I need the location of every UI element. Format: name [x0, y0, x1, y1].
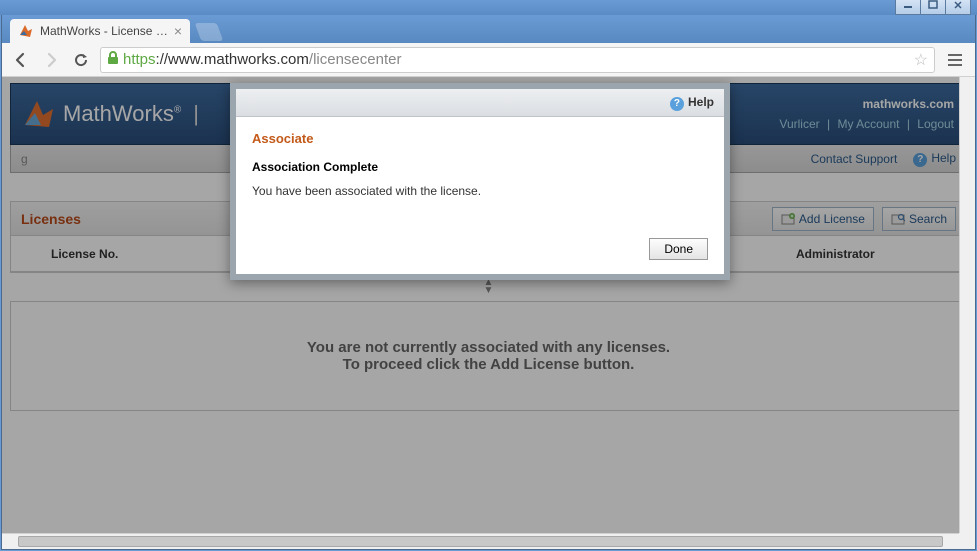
scroll-corner	[959, 533, 975, 549]
browser-tab[interactable]: MathWorks - License Cent ×	[10, 19, 190, 43]
done-button[interactable]: Done	[649, 238, 708, 260]
url-protocol: https	[123, 51, 156, 68]
window-close-button[interactable]	[945, 0, 971, 15]
vertical-scrollbar[interactable]	[959, 77, 975, 533]
back-button[interactable]	[10, 49, 32, 71]
tab-strip: MathWorks - License Cent ×	[2, 15, 975, 43]
address-bar[interactable]: https ://www.mathworks.com /licensecente…	[100, 47, 935, 73]
tab-close-button[interactable]: ×	[174, 23, 182, 39]
tab-title: MathWorks - License Cent	[40, 24, 170, 38]
window-titlebar	[0, 0, 977, 15]
browser-window: MathWorks - License Cent × https ://www.…	[1, 15, 976, 550]
lock-icon	[107, 51, 119, 68]
mathworks-favicon	[18, 23, 34, 39]
modal-help-link[interactable]: ?Help	[670, 95, 714, 111]
bookmark-star-icon[interactable]: ☆	[914, 50, 928, 70]
modal-subtitle: Association Complete	[252, 160, 708, 174]
chrome-menu-button[interactable]	[943, 48, 967, 72]
horizontal-scrollbar[interactable]	[2, 533, 959, 549]
associate-modal: ?Help Associate Association Complete You…	[230, 83, 730, 280]
horizontal-scrollbar-thumb[interactable]	[18, 536, 943, 547]
url-path: /licensecenter	[309, 51, 402, 68]
modal-header: ?Help	[236, 89, 724, 117]
modal-title: Associate	[252, 131, 708, 146]
new-tab-button[interactable]	[195, 23, 224, 41]
help-icon: ?	[670, 97, 684, 111]
reload-button[interactable]	[70, 49, 92, 71]
forward-button[interactable]	[40, 49, 62, 71]
url-host: ://www.mathworks.com	[156, 51, 309, 68]
browser-toolbar: https ://www.mathworks.com /licensecente…	[2, 43, 975, 77]
window-maximize-button[interactable]	[920, 0, 946, 15]
page-viewport: MathWorks® | mathworks.com Vurlicer | My…	[2, 77, 975, 549]
window-minimize-button[interactable]	[895, 0, 921, 15]
modal-message: You have been associated with the licens…	[252, 184, 708, 198]
